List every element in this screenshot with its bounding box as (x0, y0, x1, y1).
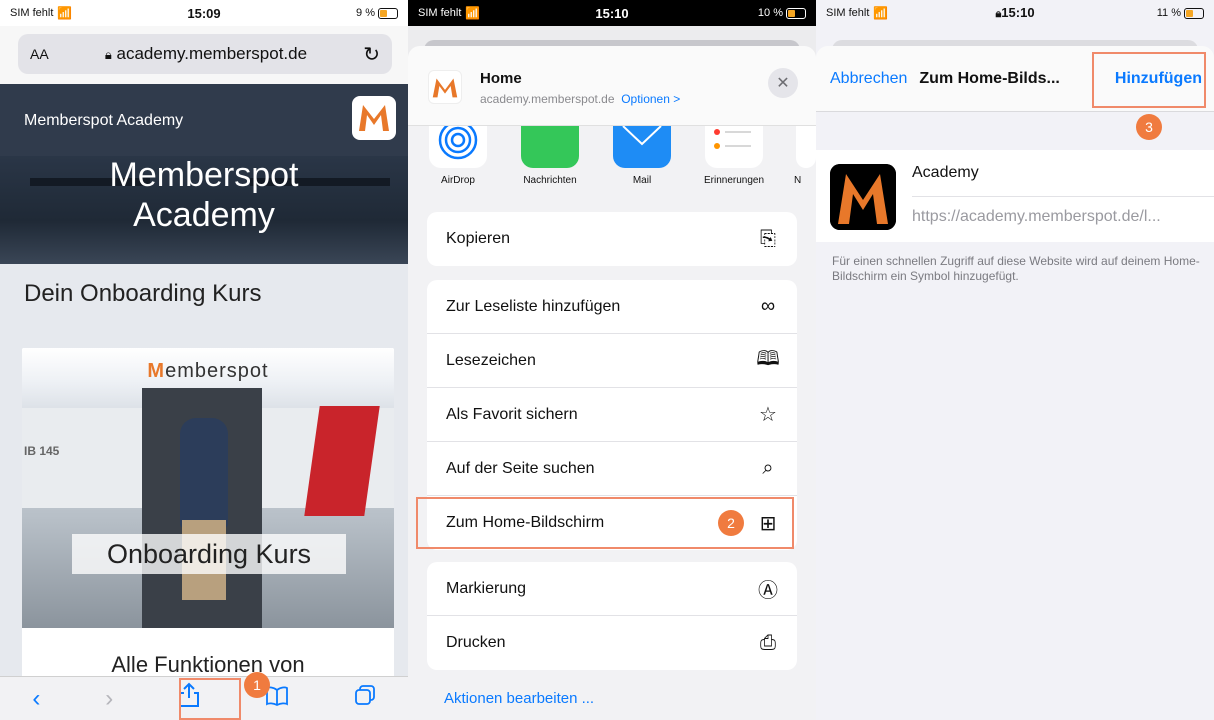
app-label: Mail (632, 175, 652, 186)
forward-icon[interactable]: › (105, 685, 113, 713)
app-label: Nachrichten (523, 175, 577, 186)
address-bar[interactable]: AA 🔒︎ academy.memberspot.de ↻ (18, 34, 392, 74)
printer-icon: ⎙ (760, 631, 776, 654)
action-reading-list[interactable]: Zur Leseliste hinzufügen ∞ (427, 280, 797, 334)
mail-share[interactable]: Mail (602, 125, 682, 186)
action-group-copy: Kopieren ⎘ (427, 212, 797, 266)
callout-badge: 3 (1136, 114, 1162, 140)
copy-icon: ⎘ (760, 227, 776, 250)
share-sheet: AirDrop Nachrichten Mail Erinnerungen N … (408, 46, 816, 720)
clock: 15:09 (187, 5, 221, 21)
close-icon[interactable]: ✕ (768, 68, 798, 98)
airdrop-share[interactable]: AirDrop (418, 120, 498, 186)
hero-title-line2: Academy (133, 196, 275, 234)
course-card[interactable]: Memberspot IB 145 Onboarding Kurs Alle F… (22, 348, 394, 720)
action-find-on-page[interactable]: Auf der Seite suchen ⌕ (427, 442, 797, 496)
callout-badge: 1 (244, 672, 270, 698)
info-note: Für einen schnellen Zugriff auf diese We… (832, 254, 1200, 283)
entry-name-field[interactable]: Academy (912, 164, 979, 182)
action-print[interactable]: Drucken ⎙ (427, 616, 797, 670)
share-apps-row: AirDrop Nachrichten Mail Erinnerungen N (408, 120, 816, 206)
search-icon: ⌕ (762, 457, 774, 479)
divider (912, 196, 1214, 197)
callout-badge: 2 (718, 510, 744, 536)
edit-actions-link[interactable]: Aktionen bearbeiten ... (444, 690, 594, 707)
action-bookmark[interactable]: Lesezeichen 🕮︎ (427, 334, 797, 388)
action-group-misc: Markierung Ⓐ Drucken ⎙ (427, 562, 797, 670)
notes-icon (796, 126, 816, 168)
messages-share[interactable]: Nachrichten (510, 126, 590, 186)
person-figure (180, 418, 228, 528)
star-icon: ☆ (759, 404, 777, 426)
course-caption: Alle Funktionen von (111, 652, 305, 677)
status-bar: SIM fehlt 📶 15:10 10 % (408, 0, 816, 26)
messages-icon (521, 126, 579, 168)
card-brand-logo: Memberspot (147, 360, 269, 382)
cancel-button[interactable]: Abbrechen (830, 70, 907, 88)
add-to-home-panel: SIM fehlt 📶 🔒︎15:10 11 % Abbrechen Zum H… (816, 0, 1214, 720)
app-label: AirDrop (441, 175, 475, 186)
reload-icon[interactable]: ↻ (363, 42, 380, 67)
hero-title-line1: Memberspot (109, 156, 299, 194)
more-share[interactable]: N (780, 126, 816, 186)
home-entry-card: Academy https://academy.memberspot.de/l.… (816, 150, 1214, 242)
entry-url: https://academy.memberspot.de/l... (912, 208, 1161, 225)
status-bar: SIM fehlt 📶 🔒︎15:10 11 % (816, 0, 1214, 26)
lock-icon: 🔒︎ (104, 47, 112, 62)
action-markup[interactable]: Markierung Ⓐ (427, 562, 797, 616)
battery-icon (378, 7, 398, 19)
action-favorite[interactable]: Als Favorit sichern ☆ (427, 388, 797, 442)
share-highlight-box (179, 678, 241, 720)
course-title-badge: Onboarding Kurs (72, 534, 346, 574)
hero-banner: Memberspot Academy Memberspot Academy (0, 84, 408, 264)
share-title: Home (480, 70, 522, 87)
markup-icon: Ⓐ (758, 580, 778, 602)
app-label: Erinnerungen (703, 175, 765, 186)
clock: 🔒︎15:10 (995, 5, 1035, 20)
url-domain: academy.memberspot.de (116, 44, 308, 63)
mail-icon (613, 125, 671, 168)
memberspot-logo-icon (352, 96, 396, 140)
plane-code: IB 145 (24, 444, 60, 458)
status-bar: SIM fehlt 📶 15:09 9 % (0, 0, 408, 26)
book-icon: 🕮︎ (756, 347, 780, 370)
share-sheet-panel: SIM fehlt 📶 15:10 10 % AirDrop Nachricht… (408, 0, 816, 720)
action-copy[interactable]: Kopieren ⎘ (427, 212, 797, 266)
add-highlight-box (1092, 52, 1206, 108)
reminders-icon (705, 126, 763, 168)
share-sheet-header: Home academy.memberspot.de Optionen > ✕ (408, 46, 816, 126)
site-icon (428, 70, 462, 104)
back-icon[interactable]: ‹ (32, 685, 40, 713)
app-label: N (794, 175, 802, 186)
site-name: Memberspot Academy (24, 112, 184, 129)
battery-icon (1184, 7, 1204, 19)
safari-page-panel: SIM fehlt 📶 15:09 9 % AA 🔒︎ academy.memb… (0, 0, 408, 720)
share-subtitle: academy.memberspot.de Optionen > (480, 92, 681, 106)
url-display[interactable]: 🔒︎ academy.memberspot.de (49, 44, 364, 64)
nav-title: Zum Home-Bilds... (919, 69, 1060, 87)
reminders-share[interactable]: Erinnerungen (694, 126, 774, 186)
tabs-icon[interactable] (354, 684, 376, 713)
airdrop-icon (429, 120, 487, 168)
clock: 15:10 (595, 5, 629, 21)
section-title: Dein Onboarding Kurs (24, 280, 262, 307)
options-link[interactable]: Optionen > (621, 92, 680, 106)
glasses-icon: ∞ (760, 295, 776, 317)
app-icon-preview (830, 164, 896, 230)
battery-icon (786, 7, 806, 19)
text-size-button[interactable]: AA (30, 46, 49, 62)
